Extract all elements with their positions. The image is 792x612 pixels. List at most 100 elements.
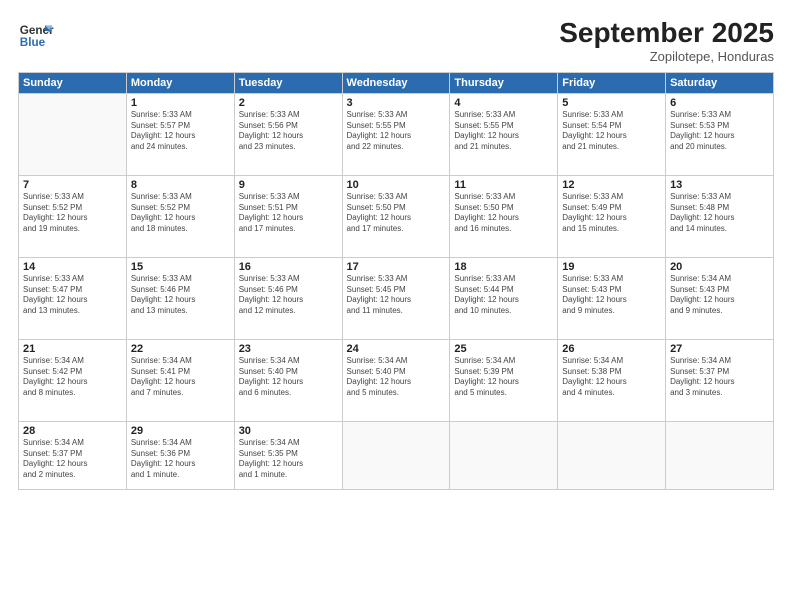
calendar-cell: 10Sunrise: 5:33 AM Sunset: 5:50 PM Dayli… (342, 175, 450, 257)
cell-sun-info: Sunrise: 5:33 AM Sunset: 5:46 PM Dayligh… (239, 274, 338, 317)
cell-sun-info: Sunrise: 5:34 AM Sunset: 5:43 PM Dayligh… (670, 274, 769, 317)
cell-sun-info: Sunrise: 5:33 AM Sunset: 5:57 PM Dayligh… (131, 110, 230, 153)
cell-sun-info: Sunrise: 5:34 AM Sunset: 5:40 PM Dayligh… (347, 356, 446, 399)
calendar-cell: 27Sunrise: 5:34 AM Sunset: 5:37 PM Dayli… (666, 339, 774, 421)
calendar-cell: 4Sunrise: 5:33 AM Sunset: 5:55 PM Daylig… (450, 93, 558, 175)
cell-sun-info: Sunrise: 5:34 AM Sunset: 5:38 PM Dayligh… (562, 356, 661, 399)
calendar-cell: 14Sunrise: 5:33 AM Sunset: 5:47 PM Dayli… (19, 257, 127, 339)
calendar-week-row: 21Sunrise: 5:34 AM Sunset: 5:42 PM Dayli… (19, 339, 774, 421)
calendar-cell (342, 421, 450, 489)
cell-sun-info: Sunrise: 5:33 AM Sunset: 5:54 PM Dayligh… (562, 110, 661, 153)
day-number: 11 (454, 179, 553, 191)
weekday-header: Thursday (450, 72, 558, 93)
calendar-cell: 15Sunrise: 5:33 AM Sunset: 5:46 PM Dayli… (126, 257, 234, 339)
calendar-cell: 13Sunrise: 5:33 AM Sunset: 5:48 PM Dayli… (666, 175, 774, 257)
day-number: 24 (347, 343, 446, 355)
day-number: 3 (347, 97, 446, 109)
day-number: 20 (670, 261, 769, 273)
cell-sun-info: Sunrise: 5:33 AM Sunset: 5:44 PM Dayligh… (454, 274, 553, 317)
day-number: 5 (562, 97, 661, 109)
cell-sun-info: Sunrise: 5:33 AM Sunset: 5:50 PM Dayligh… (347, 192, 446, 235)
calendar-week-row: 28Sunrise: 5:34 AM Sunset: 5:37 PM Dayli… (19, 421, 774, 489)
cell-sun-info: Sunrise: 5:34 AM Sunset: 5:39 PM Dayligh… (454, 356, 553, 399)
calendar-cell: 18Sunrise: 5:33 AM Sunset: 5:44 PM Dayli… (450, 257, 558, 339)
calendar-cell: 16Sunrise: 5:33 AM Sunset: 5:46 PM Dayli… (234, 257, 342, 339)
day-number: 2 (239, 97, 338, 109)
day-number: 22 (131, 343, 230, 355)
cell-sun-info: Sunrise: 5:33 AM Sunset: 5:49 PM Dayligh… (562, 192, 661, 235)
cell-sun-info: Sunrise: 5:34 AM Sunset: 5:35 PM Dayligh… (239, 438, 338, 481)
logo: General Blue (18, 18, 54, 54)
day-number: 10 (347, 179, 446, 191)
calendar-cell (558, 421, 666, 489)
weekday-header: Saturday (666, 72, 774, 93)
day-number: 26 (562, 343, 661, 355)
weekday-header: Monday (126, 72, 234, 93)
calendar-cell: 29Sunrise: 5:34 AM Sunset: 5:36 PM Dayli… (126, 421, 234, 489)
cell-sun-info: Sunrise: 5:33 AM Sunset: 5:55 PM Dayligh… (347, 110, 446, 153)
calendar-cell: 9Sunrise: 5:33 AM Sunset: 5:51 PM Daylig… (234, 175, 342, 257)
cell-sun-info: Sunrise: 5:33 AM Sunset: 5:47 PM Dayligh… (23, 274, 122, 317)
day-number: 28 (23, 425, 122, 437)
day-number: 19 (562, 261, 661, 273)
cell-sun-info: Sunrise: 5:34 AM Sunset: 5:37 PM Dayligh… (670, 356, 769, 399)
day-number: 25 (454, 343, 553, 355)
cell-sun-info: Sunrise: 5:34 AM Sunset: 5:36 PM Dayligh… (131, 438, 230, 481)
day-number: 23 (239, 343, 338, 355)
cell-sun-info: Sunrise: 5:33 AM Sunset: 5:53 PM Dayligh… (670, 110, 769, 153)
day-number: 13 (670, 179, 769, 191)
calendar-cell (450, 421, 558, 489)
cell-sun-info: Sunrise: 5:33 AM Sunset: 5:52 PM Dayligh… (131, 192, 230, 235)
location-subtitle: Zopilotepe, Honduras (559, 49, 774, 64)
calendar-cell: 19Sunrise: 5:33 AM Sunset: 5:43 PM Dayli… (558, 257, 666, 339)
day-number: 15 (131, 261, 230, 273)
calendar-cell: 7Sunrise: 5:33 AM Sunset: 5:52 PM Daylig… (19, 175, 127, 257)
day-number: 4 (454, 97, 553, 109)
weekday-header: Sunday (19, 72, 127, 93)
calendar-cell: 12Sunrise: 5:33 AM Sunset: 5:49 PM Dayli… (558, 175, 666, 257)
calendar-cell: 8Sunrise: 5:33 AM Sunset: 5:52 PM Daylig… (126, 175, 234, 257)
calendar-week-row: 14Sunrise: 5:33 AM Sunset: 5:47 PM Dayli… (19, 257, 774, 339)
day-number: 8 (131, 179, 230, 191)
cell-sun-info: Sunrise: 5:34 AM Sunset: 5:42 PM Dayligh… (23, 356, 122, 399)
day-number: 17 (347, 261, 446, 273)
weekday-header: Wednesday (342, 72, 450, 93)
calendar-cell: 20Sunrise: 5:34 AM Sunset: 5:43 PM Dayli… (666, 257, 774, 339)
cell-sun-info: Sunrise: 5:33 AM Sunset: 5:52 PM Dayligh… (23, 192, 122, 235)
title-block: September 2025 Zopilotepe, Honduras (559, 18, 774, 64)
day-number: 9 (239, 179, 338, 191)
weekday-header: Tuesday (234, 72, 342, 93)
day-number: 16 (239, 261, 338, 273)
calendar-cell: 1Sunrise: 5:33 AM Sunset: 5:57 PM Daylig… (126, 93, 234, 175)
cell-sun-info: Sunrise: 5:33 AM Sunset: 5:51 PM Dayligh… (239, 192, 338, 235)
calendar-cell: 5Sunrise: 5:33 AM Sunset: 5:54 PM Daylig… (558, 93, 666, 175)
day-number: 30 (239, 425, 338, 437)
calendar-cell: 26Sunrise: 5:34 AM Sunset: 5:38 PM Dayli… (558, 339, 666, 421)
day-number: 1 (131, 97, 230, 109)
logo-icon: General Blue (18, 18, 54, 54)
day-number: 18 (454, 261, 553, 273)
day-number: 21 (23, 343, 122, 355)
calendar-cell: 22Sunrise: 5:34 AM Sunset: 5:41 PM Dayli… (126, 339, 234, 421)
cell-sun-info: Sunrise: 5:34 AM Sunset: 5:40 PM Dayligh… (239, 356, 338, 399)
calendar-cell: 11Sunrise: 5:33 AM Sunset: 5:50 PM Dayli… (450, 175, 558, 257)
day-number: 27 (670, 343, 769, 355)
cell-sun-info: Sunrise: 5:33 AM Sunset: 5:55 PM Dayligh… (454, 110, 553, 153)
calendar-cell (666, 421, 774, 489)
header: General Blue September 2025 Zopilotepe, … (18, 18, 774, 64)
cell-sun-info: Sunrise: 5:33 AM Sunset: 5:56 PM Dayligh… (239, 110, 338, 153)
svg-text:Blue: Blue (20, 36, 46, 49)
calendar-week-row: 1Sunrise: 5:33 AM Sunset: 5:57 PM Daylig… (19, 93, 774, 175)
calendar-cell: 28Sunrise: 5:34 AM Sunset: 5:37 PM Dayli… (19, 421, 127, 489)
cell-sun-info: Sunrise: 5:33 AM Sunset: 5:43 PM Dayligh… (562, 274, 661, 317)
cell-sun-info: Sunrise: 5:34 AM Sunset: 5:37 PM Dayligh… (23, 438, 122, 481)
calendar-cell: 21Sunrise: 5:34 AM Sunset: 5:42 PM Dayli… (19, 339, 127, 421)
day-number: 29 (131, 425, 230, 437)
cell-sun-info: Sunrise: 5:33 AM Sunset: 5:48 PM Dayligh… (670, 192, 769, 235)
day-number: 6 (670, 97, 769, 109)
cell-sun-info: Sunrise: 5:34 AM Sunset: 5:41 PM Dayligh… (131, 356, 230, 399)
calendar-week-row: 7Sunrise: 5:33 AM Sunset: 5:52 PM Daylig… (19, 175, 774, 257)
calendar-cell: 2Sunrise: 5:33 AM Sunset: 5:56 PM Daylig… (234, 93, 342, 175)
weekday-header-row: SundayMondayTuesdayWednesdayThursdayFrid… (19, 72, 774, 93)
calendar-cell (19, 93, 127, 175)
